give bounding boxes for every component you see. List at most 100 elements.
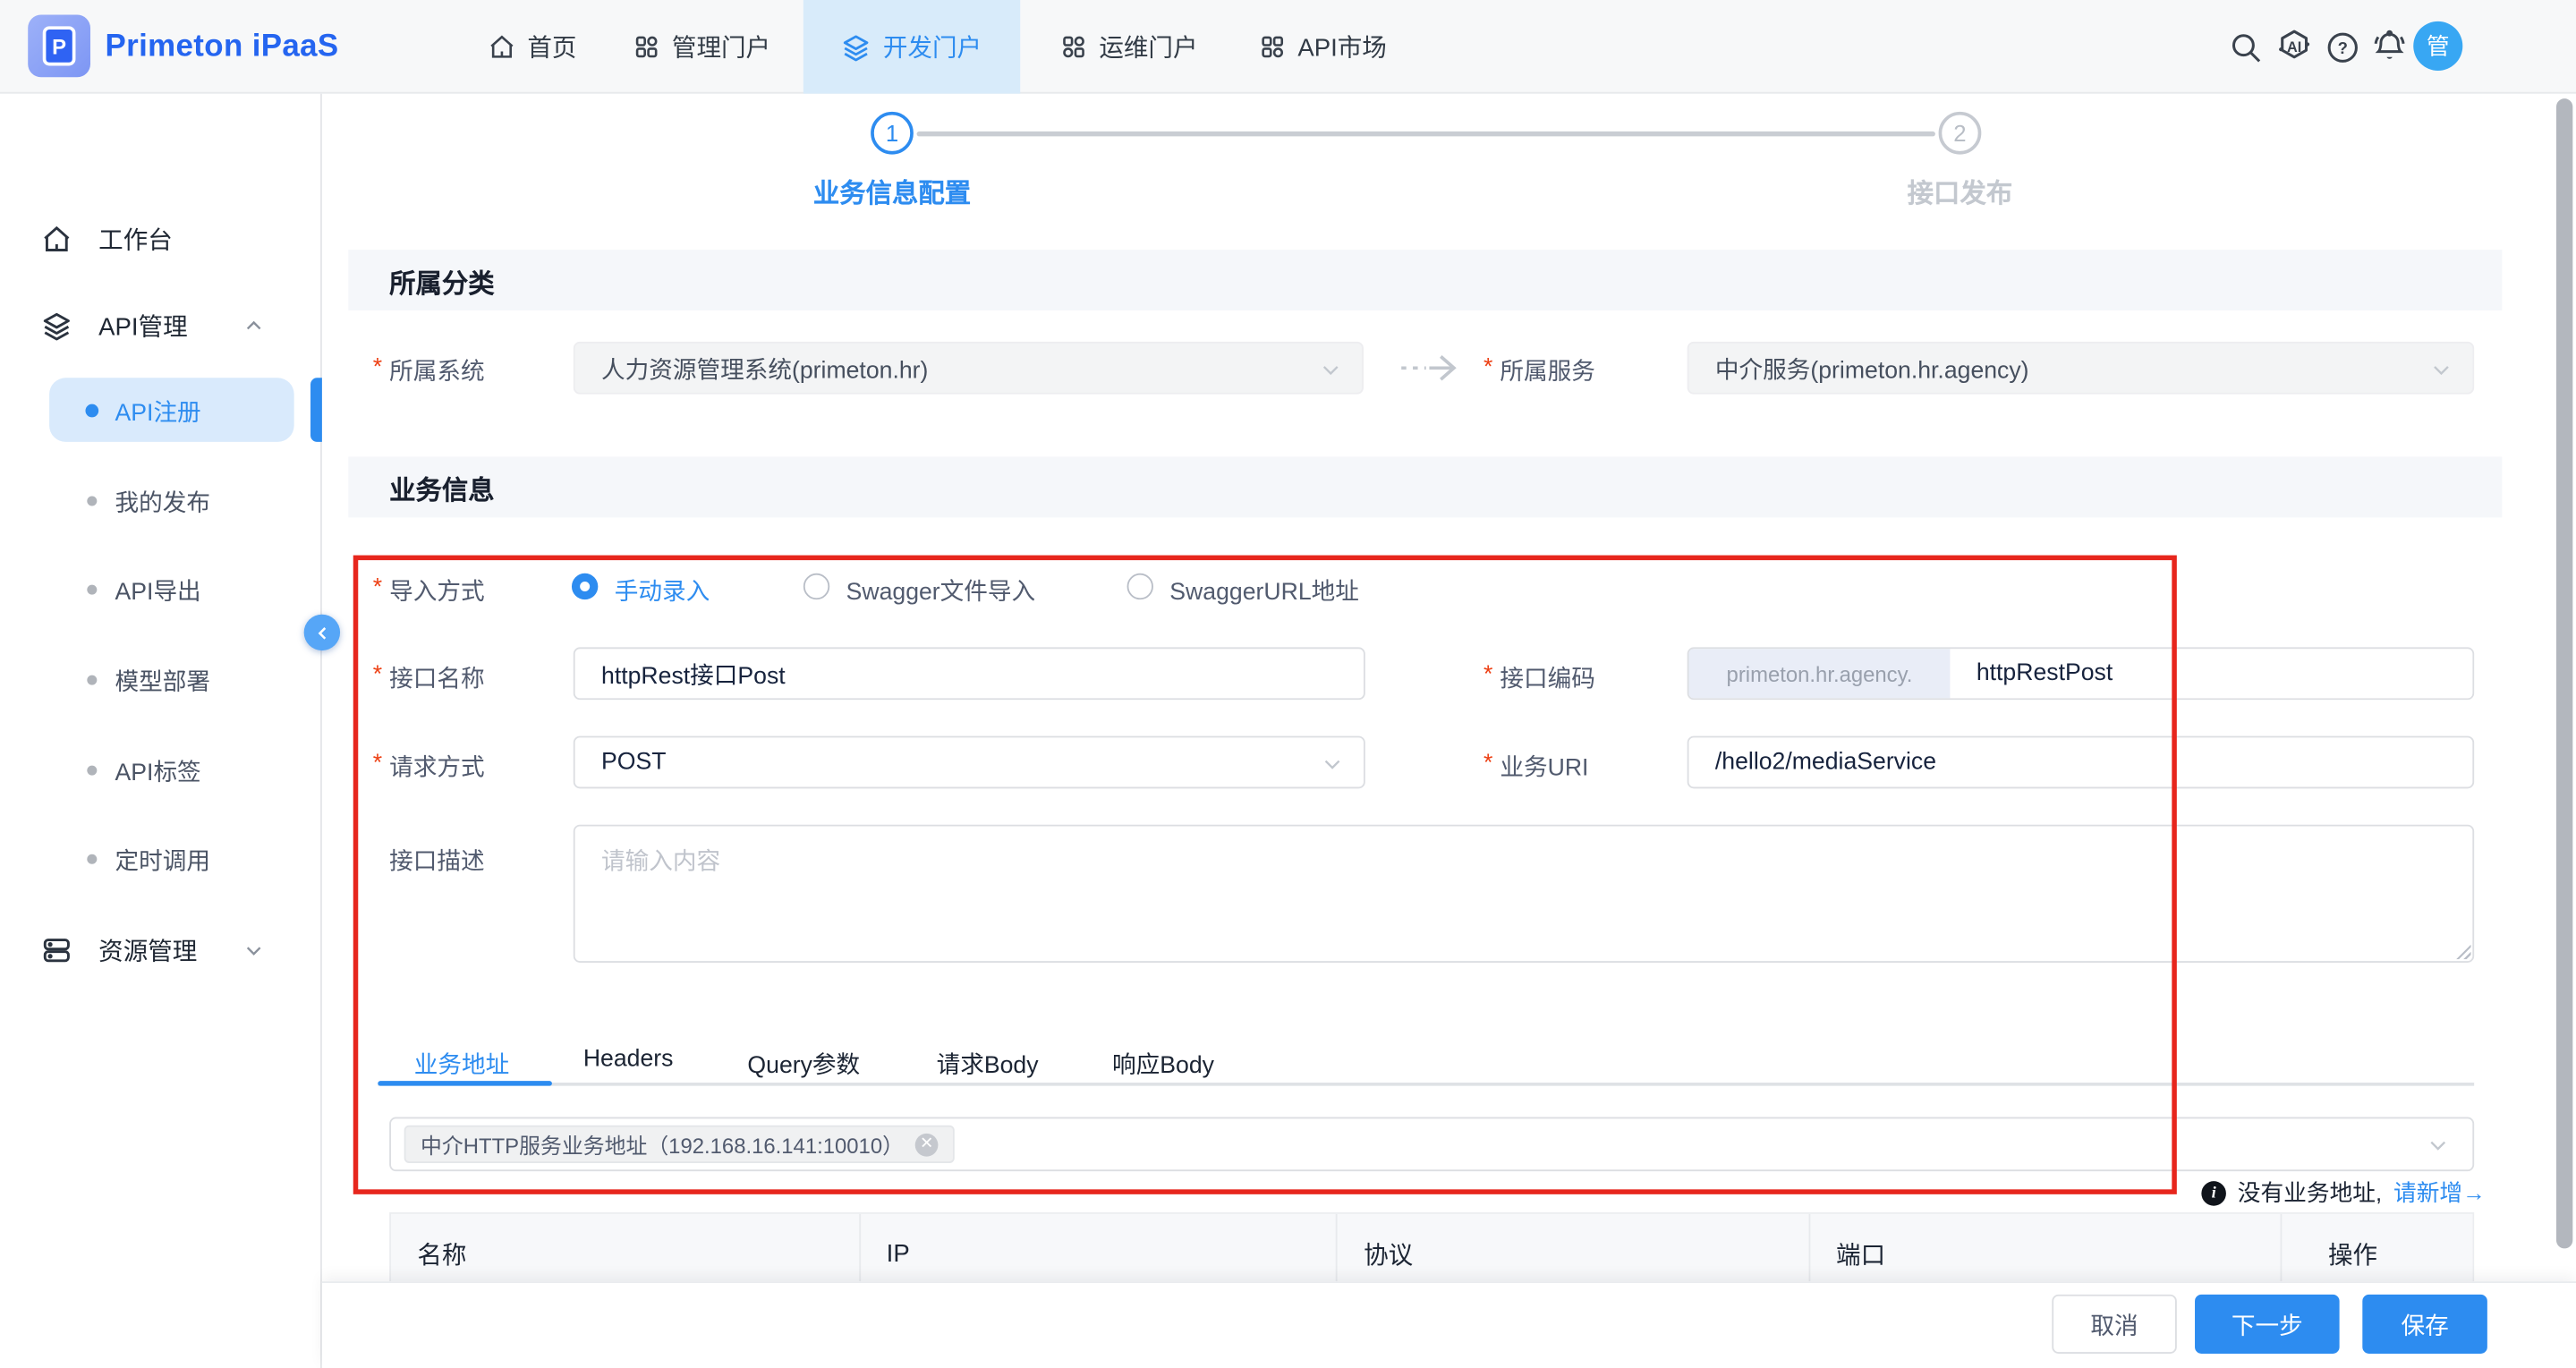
required-asterisk: *: [373, 355, 382, 381]
tab-request-body[interactable]: 请求Body: [937, 1047, 1039, 1082]
step-2-label: 接口发布: [1824, 171, 2096, 210]
sidebar-item-label: 模型部署: [115, 663, 210, 698]
vertical-scrollbar[interactable]: [2556, 98, 2572, 1248]
business-uri-input[interactable]: /hello2/mediaService: [1688, 736, 2474, 789]
bullet-dot-icon: [87, 854, 97, 864]
required-asterisk: *: [373, 751, 382, 777]
tab-headers[interactable]: Headers: [583, 1047, 674, 1073]
next-step-button[interactable]: 下一步: [2195, 1295, 2340, 1354]
sidebar-item-label: 工作台: [98, 221, 173, 256]
api-code-input[interactable]: httpRestPost: [1950, 649, 2472, 698]
notice-text: 没有业务地址,: [2238, 1177, 2382, 1210]
layers-icon: [842, 32, 871, 62]
radio-swagger-file[interactable]: [803, 574, 829, 599]
chevron-down-icon: [1321, 752, 1344, 776]
sidebar-collapse-button[interactable]: [304, 615, 340, 650]
sidebar-item-api-register[interactable]: API注册: [0, 386, 322, 435]
save-button[interactable]: 保存: [2362, 1295, 2487, 1354]
sidebar-item-api-export[interactable]: API导出: [0, 565, 322, 615]
service-field-label: 所属服务: [1500, 353, 1594, 388]
business-address-select[interactable]: 中介HTTP服务业务地址（192.168.16.141:10010） ✕: [389, 1117, 2474, 1172]
radio-manual-entry[interactable]: [572, 574, 598, 599]
sidebar-group-resource-management[interactable]: 资源管理: [0, 922, 322, 977]
system-field-label: 所属系统: [389, 353, 484, 388]
nav-item-dev-portal[interactable]: 开发门户: [803, 0, 1020, 94]
section-title: 业务信息: [389, 467, 495, 506]
api-name-value: httpRest接口Post: [601, 657, 786, 692]
grid-icon: [633, 33, 660, 61]
search-icon: [2228, 29, 2264, 64]
notifications-button[interactable]: [2370, 0, 2408, 94]
nav-item-ops-portal[interactable]: 运维门户: [1030, 0, 1227, 94]
layers-icon: [41, 310, 72, 341]
service-select[interactable]: 中介服务(primeton.hr.agency): [1688, 342, 2474, 395]
step-1-number: 1: [886, 120, 898, 146]
help-button[interactable]: ?: [2325, 0, 2360, 94]
sidebar-group-label: 资源管理: [98, 932, 197, 967]
bullet-dot-icon: [87, 766, 97, 776]
sidebar-item-label: API标签: [115, 753, 201, 788]
required-asterisk: *: [1484, 751, 1492, 777]
primeton-logo-icon: P: [28, 15, 90, 78]
system-select[interactable]: 人力资源管理系统(primeton.hr): [574, 342, 1364, 395]
bullet-dot-icon: [87, 585, 97, 595]
tag-close-icon[interactable]: ✕: [915, 1133, 939, 1156]
sidebar-item-api-tags[interactable]: API标签: [0, 746, 322, 795]
footer-action-bar: 取消 下一步 保存: [322, 1281, 2576, 1368]
tab-query-params[interactable]: Query参数: [747, 1047, 860, 1082]
search-button[interactable]: [2228, 0, 2264, 94]
api-description-textarea[interactable]: [574, 825, 2474, 963]
tabs-divider: [378, 1083, 2474, 1086]
import-method-label: 导入方式: [389, 574, 484, 608]
ai-icon: AI: [2274, 26, 2315, 67]
home-icon: [41, 223, 72, 254]
sidebar-item-workbench[interactable]: 工作台: [0, 210, 322, 266]
user-avatar[interactable]: 管: [2413, 21, 2462, 71]
top-navbar: P Primeton iPaaS 首页 管理门户 开发门户 运维门户 API市场…: [0, 0, 2576, 94]
system-select-value: 人力资源管理系统(primeton.hr): [601, 351, 928, 386]
radio-label-manual-entry[interactable]: 手动录入: [615, 574, 710, 608]
sidebar-item-scheduled-call[interactable]: 定时调用: [0, 835, 322, 884]
request-method-value: POST: [601, 749, 666, 775]
step-1-label: 业务信息配置: [756, 171, 1029, 210]
sidebar-item-label: API注册: [115, 394, 201, 429]
server-icon: [41, 934, 72, 965]
section-header-business-info: 业务信息: [348, 456, 2502, 517]
radio-swagger-url[interactable]: [1127, 574, 1153, 599]
chevron-up-icon: [243, 315, 265, 336]
grid-icon: [1059, 33, 1087, 61]
nav-item-api-market[interactable]: API市场: [1234, 0, 1411, 94]
section-title: 所属分类: [389, 260, 495, 300]
sidebar-group-label: API管理: [98, 308, 187, 343]
address-tag-text: 中介HTTP服务业务地址（192.168.16.141:10010）: [421, 1128, 904, 1160]
add-address-link[interactable]: 请新增→: [2393, 1177, 2486, 1210]
request-method-select[interactable]: POST: [574, 736, 1365, 789]
radio-label-swagger-file[interactable]: Swagger文件导入: [846, 574, 1036, 608]
sidebar-item-model-deploy[interactable]: 模型部署: [0, 656, 322, 705]
cancel-button[interactable]: 取消: [2052, 1295, 2177, 1354]
stepper-connector: [917, 132, 1935, 137]
nav-item-admin-portal[interactable]: 管理门户: [607, 0, 797, 94]
nav-item-home[interactable]: 首页: [472, 0, 593, 94]
sidebar-item-label: 我的发布: [115, 484, 210, 519]
sidebar: 工作台 API管理 API注册 我的发布 API导出 模型部署: [0, 94, 322, 1368]
ai-assistant-button[interactable]: AI: [2274, 0, 2315, 94]
tab-response-body[interactable]: 响应Body: [1112, 1047, 1214, 1082]
svg-text:AI: AI: [2287, 39, 2301, 55]
chevron-down-icon: [2427, 1134, 2450, 1157]
sidebar-item-my-publish[interactable]: 我的发布: [0, 476, 322, 525]
sidebar-group-api-management[interactable]: API管理: [0, 297, 322, 353]
grid-icon: [1258, 33, 1286, 61]
nav-item-label: 首页: [527, 30, 576, 64]
required-asterisk: *: [1484, 662, 1492, 688]
bullet-dot-icon: [85, 404, 98, 418]
chevron-left-icon: [313, 624, 331, 642]
radio-label-swagger-url[interactable]: SwaggerURL地址: [1169, 574, 1359, 608]
home-icon: [488, 33, 515, 61]
api-description-label: 接口描述: [389, 843, 484, 878]
service-select-value: 中介服务(primeton.hr.agency): [1715, 351, 2029, 386]
api-name-input[interactable]: httpRest接口Post: [574, 647, 1365, 700]
business-uri-label: 业务URI: [1500, 749, 1588, 784]
nav-item-label: 开发门户: [883, 30, 982, 64]
tab-business-address[interactable]: 业务地址: [414, 1047, 509, 1082]
